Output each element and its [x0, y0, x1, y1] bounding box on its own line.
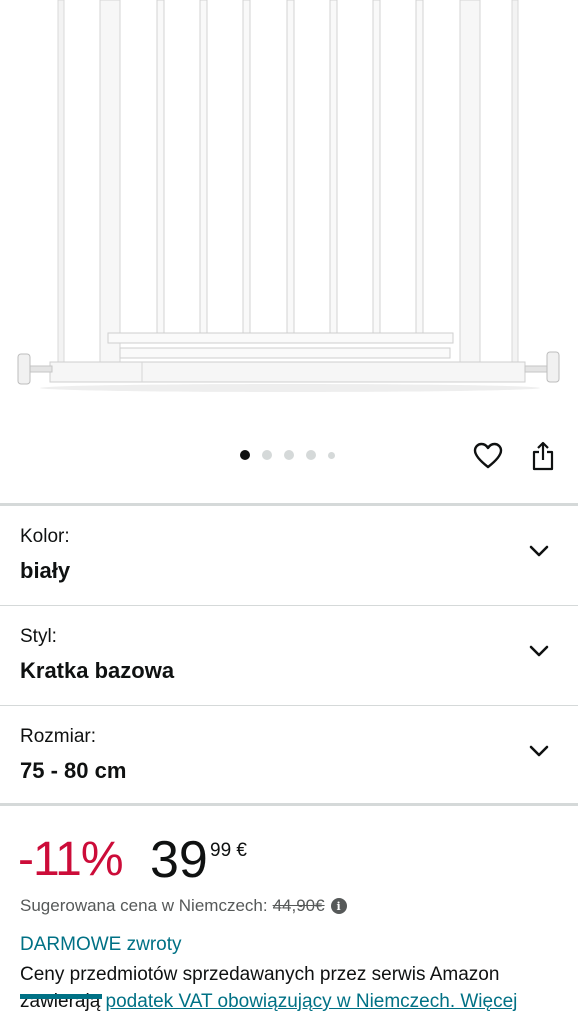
carousel-controls	[0, 430, 578, 502]
carousel-dot-2[interactable]	[262, 450, 272, 460]
wishlist-button[interactable]	[471, 439, 505, 473]
reference-price: 44,90€	[272, 896, 325, 915]
variant-value: Kratka bazowa	[20, 658, 175, 683]
variant-style[interactable]: Styl: Kratka bazowa	[0, 605, 578, 704]
baby-gate-image	[17, 0, 560, 392]
variant-label: Rozmiar:	[20, 726, 97, 747]
variant-size[interactable]: Rozmiar: 75 - 80 cm	[0, 705, 578, 804]
discount-percent: -11%	[18, 833, 123, 886]
carousel-dots[interactable]	[240, 450, 335, 460]
vat-notice: Ceny przedmiotów sprzedawanych przez ser…	[20, 961, 565, 1015]
price-cents: 99	[210, 840, 232, 861]
carousel-dot-1[interactable]	[240, 450, 250, 460]
price-fraction: 99 €	[210, 840, 247, 862]
variant-label: Kolor:	[20, 526, 70, 547]
carousel-dot-5[interactable]	[328, 451, 335, 459]
heart-icon	[473, 442, 503, 469]
price-currency: €	[236, 840, 247, 861]
variant-label: Styl:	[20, 626, 57, 647]
vat-info-link[interactable]: podatek VAT obowiązujący w Niemczech. Wi…	[106, 991, 518, 1012]
carousel-dot-4[interactable]	[306, 450, 316, 460]
price-section: -11% 39 99 € Sugerowana cena w Niemczech…	[0, 803, 578, 1012]
info-icon[interactable]: i	[330, 898, 347, 914]
bottom-indicator	[20, 994, 102, 999]
variant-value: biały	[20, 558, 71, 583]
product-image[interactable]	[0, 0, 578, 430]
chevron-down-icon[interactable]	[527, 539, 551, 563]
variant-value: 75 - 80 cm	[20, 758, 127, 783]
price-whole: 39	[150, 831, 208, 889]
chevron-down-icon[interactable]	[527, 639, 551, 663]
variant-color[interactable]: Kolor: biały	[0, 503, 578, 604]
reference-price-line: Sugerowana cena w Niemczech: 44,90€ i	[20, 896, 347, 916]
share-icon	[532, 441, 554, 471]
share-button[interactable]	[526, 439, 560, 473]
free-returns-link[interactable]: DARMOWE zwroty	[20, 934, 182, 956]
reference-price-label: Sugerowana cena w Niemczech:	[20, 896, 268, 915]
chevron-down-icon[interactable]	[527, 739, 551, 763]
carousel-dot-3[interactable]	[284, 450, 294, 460]
